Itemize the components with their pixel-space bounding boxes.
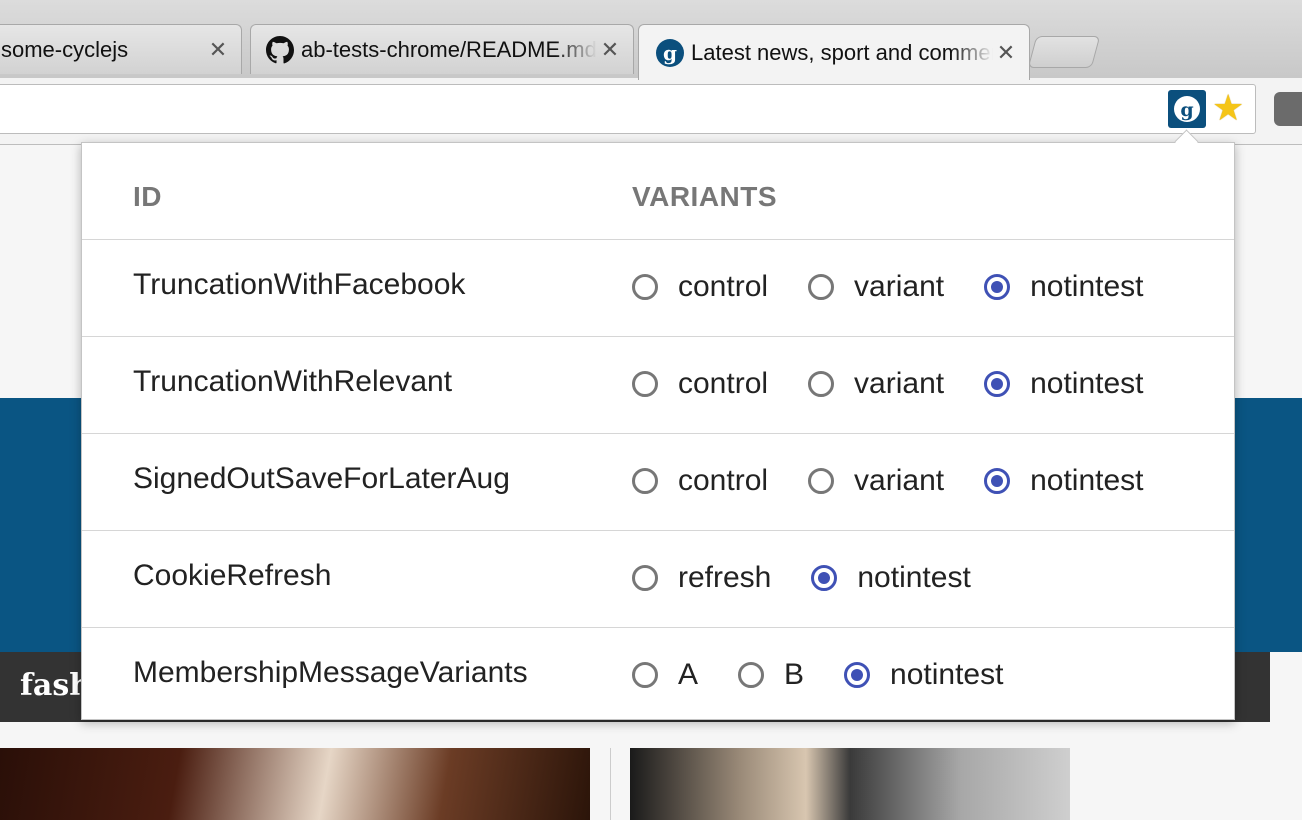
radio-unchecked-icon[interactable] xyxy=(632,371,658,397)
article-image[interactable] xyxy=(630,748,1070,820)
variant-label: control xyxy=(678,464,769,497)
radio-unchecked-icon[interactable] xyxy=(632,274,658,300)
tab-some-cyclejs[interactable]: some-cyclejs ✕ xyxy=(0,24,242,74)
address-bar[interactable] xyxy=(0,84,1256,134)
guardian-icon: g xyxy=(655,38,685,68)
variant-label: refresh xyxy=(678,561,772,594)
svg-text:g: g xyxy=(663,41,677,65)
variant-option[interactable]: notintest xyxy=(984,367,1144,401)
table-header: ID VARIANTS xyxy=(82,143,1234,240)
browser-toolbar xyxy=(0,78,1302,145)
variant-option[interactable]: control xyxy=(632,367,768,401)
variant-option[interactable]: notintest xyxy=(984,270,1144,304)
variant-radio-group: refresh notintest xyxy=(632,561,1011,595)
variant-radio-group: control variant notintest xyxy=(632,464,1184,498)
close-icon[interactable]: ✕ xyxy=(993,40,1019,66)
variant-label: variant xyxy=(854,367,945,400)
radio-unchecked-icon[interactable] xyxy=(808,468,835,494)
test-id: CookieRefresh xyxy=(133,559,332,592)
tab-readme[interactable]: ab-tests-chrome/README.md ✕ xyxy=(250,24,634,74)
variant-label: control xyxy=(678,367,769,400)
variant-label: notintest xyxy=(857,561,971,594)
close-icon[interactable]: ✕ xyxy=(205,37,231,63)
variant-option[interactable]: notintest xyxy=(811,561,971,595)
tab-title: Latest news, sport and comment xyxy=(691,39,993,65)
pocket-icon[interactable] xyxy=(1274,92,1302,126)
table-row: MembershipMessageVariants A Bnotintest xyxy=(82,628,1234,724)
variant-label: B xyxy=(784,658,805,691)
table-row: SignedOutSaveForLaterAug control variant no… xyxy=(82,434,1234,531)
radio-unchecked-icon[interactable] xyxy=(808,274,835,300)
variant-radio-group: A Bnotintest xyxy=(632,658,1043,692)
tab-title: ab-tests-chrome/README.md xyxy=(301,36,597,62)
table-row: TruncationWithRelevant control variant noti… xyxy=(82,337,1234,434)
radio-checked-icon[interactable] xyxy=(984,468,1011,494)
table-row: TruncationWithFacebook control variant noti… xyxy=(82,240,1234,337)
ab-tests-popup: ID VARIANTS TruncationWithFacebook contro… xyxy=(81,142,1235,720)
radio-checked-icon[interactable] xyxy=(984,371,1011,397)
radio-unchecked-icon[interactable] xyxy=(632,468,658,494)
variant-label: control xyxy=(678,270,769,303)
close-icon[interactable]: ✕ xyxy=(597,37,623,63)
variant-option[interactable]: variant xyxy=(808,464,944,498)
variant-label: notintest xyxy=(1030,270,1144,303)
star-icon[interactable]: ★ xyxy=(1212,88,1244,128)
variant-option[interactable]: A xyxy=(632,658,698,692)
variant-option[interactable]: B xyxy=(738,658,804,692)
radio-unchecked-icon[interactable] xyxy=(632,662,658,688)
guardian-extension-icon[interactable]: g xyxy=(1168,90,1206,128)
variant-label: notintest xyxy=(890,658,1004,691)
tab-title: some-cyclejs xyxy=(1,36,129,62)
variant-label: variant xyxy=(854,464,945,497)
variant-option[interactable]: notintest xyxy=(844,658,1003,692)
variant-label: notintest xyxy=(1030,367,1144,400)
test-id: MembershipMessageVariants xyxy=(133,656,528,689)
divider xyxy=(610,748,611,820)
variant-radio-group: control variant notintest xyxy=(632,270,1184,304)
svg-text:g: g xyxy=(1180,99,1193,121)
header-id: ID xyxy=(133,181,162,212)
variant-label: notintest xyxy=(1030,464,1144,497)
variant-option[interactable]: control xyxy=(632,270,768,304)
table-row: CookieRefresh refresh notintest xyxy=(82,531,1234,628)
variant-radio-group: control variant notintest xyxy=(632,367,1184,401)
radio-unchecked-icon[interactable] xyxy=(808,371,835,397)
variant-option[interactable]: variant xyxy=(808,270,944,304)
variant-option[interactable]: variant xyxy=(808,367,944,401)
variant-option[interactable]: refresh xyxy=(632,561,771,595)
header-variants: VARIANTS xyxy=(632,181,778,212)
test-id: TruncationWithRelevant xyxy=(133,365,453,398)
radio-checked-icon[interactable] xyxy=(844,662,871,688)
radio-unchecked-icon[interactable] xyxy=(738,662,765,688)
variant-label: variant xyxy=(854,270,945,303)
variant-option[interactable]: notintest xyxy=(984,464,1144,498)
radio-checked-icon[interactable] xyxy=(984,274,1011,300)
test-id: TruncationWithFacebook xyxy=(133,268,466,301)
variant-label: A xyxy=(678,658,699,691)
new-tab-button[interactable] xyxy=(1027,36,1101,68)
radio-checked-icon[interactable] xyxy=(811,565,838,591)
article-image[interactable] xyxy=(0,748,590,820)
github-icon xyxy=(265,35,295,65)
variant-option[interactable]: control xyxy=(632,464,768,498)
radio-unchecked-icon[interactable] xyxy=(632,565,658,591)
tab-guardian[interactable]: g Latest news, sport and comment ✕ xyxy=(638,24,1030,80)
test-id: SignedOutSaveForLaterAug xyxy=(133,462,510,495)
